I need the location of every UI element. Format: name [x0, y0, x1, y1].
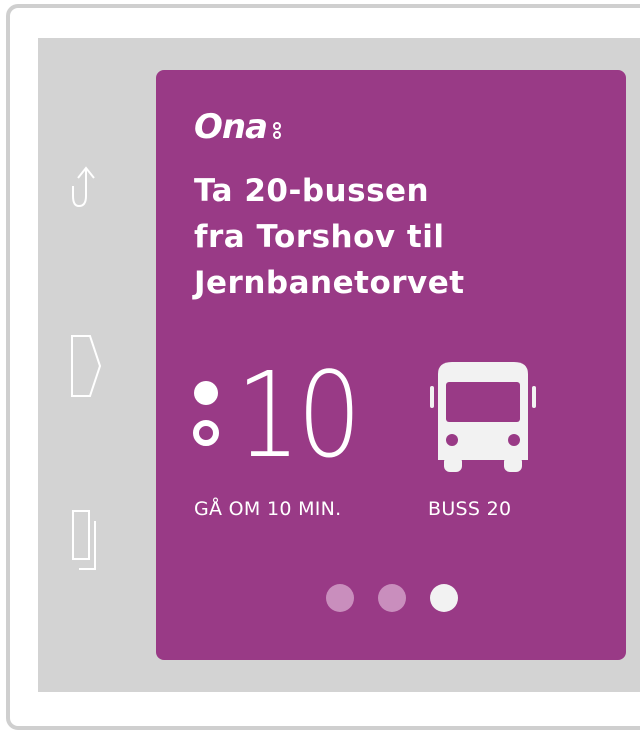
page-dot[interactable] [326, 584, 354, 612]
bus-route-label: BUSS 20 [428, 498, 512, 520]
bus-icon [430, 362, 536, 472]
next-chevron-icon [71, 335, 102, 397]
page-dot[interactable] [378, 584, 406, 612]
up-arrow-icon [72, 166, 95, 208]
brand-name: Ona [194, 107, 268, 147]
brand-logo: Ona [194, 110, 283, 144]
copy-pages-icon [72, 510, 96, 570]
brand-dots-icon [273, 122, 282, 139]
headline-line: Jernbanetorvet [194, 265, 465, 301]
journey-card[interactable]: Ona Ta 20-bussen fra Torshov til Jernban… [156, 70, 626, 660]
copy-button[interactable] [64, 510, 108, 570]
countdown-value: 10 [236, 346, 362, 484]
up-button[interactable] [64, 154, 108, 214]
headline-line: Ta 20-bussen [194, 173, 430, 209]
walk-instruction: GÅ OM 10 MIN. [194, 498, 342, 520]
next-button[interactable] [64, 335, 108, 397]
headline-line: fra Torshov til [194, 219, 445, 255]
journey-headline: Ta 20-bussen fra Torshov til Jernbanetor… [194, 168, 594, 306]
page-indicator [326, 584, 458, 612]
countdown-colon-icon [193, 381, 219, 446]
departure-countdown: 10 [192, 356, 378, 474]
page-dot-active[interactable] [430, 584, 458, 612]
